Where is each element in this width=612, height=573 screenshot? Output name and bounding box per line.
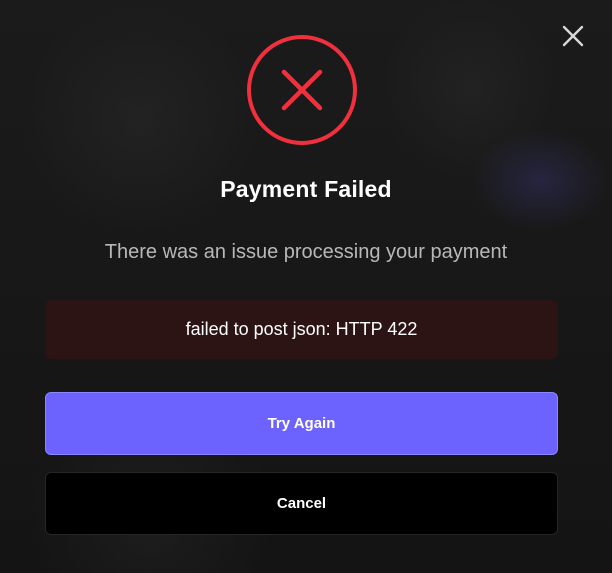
payment-failed-dialog: Payment Failed There was an issue proces… (0, 0, 612, 573)
cancel-button[interactable]: Cancel (45, 472, 558, 535)
error-message: failed to post json: HTTP 422 (185, 319, 418, 339)
error-message-box: failed to post json: HTTP 422 (45, 300, 558, 359)
close-icon (562, 25, 584, 47)
error-x-icon (247, 35, 357, 145)
try-again-button[interactable]: Try Again (45, 392, 558, 455)
dialog-subtitle: There was an issue processing your payme… (104, 241, 508, 263)
try-again-label: Try Again (267, 415, 336, 432)
dialog-title: Payment Failed (220, 176, 392, 202)
cancel-label: Cancel (276, 495, 327, 512)
error-status-icon (246, 34, 358, 146)
close-button[interactable] (560, 23, 586, 49)
